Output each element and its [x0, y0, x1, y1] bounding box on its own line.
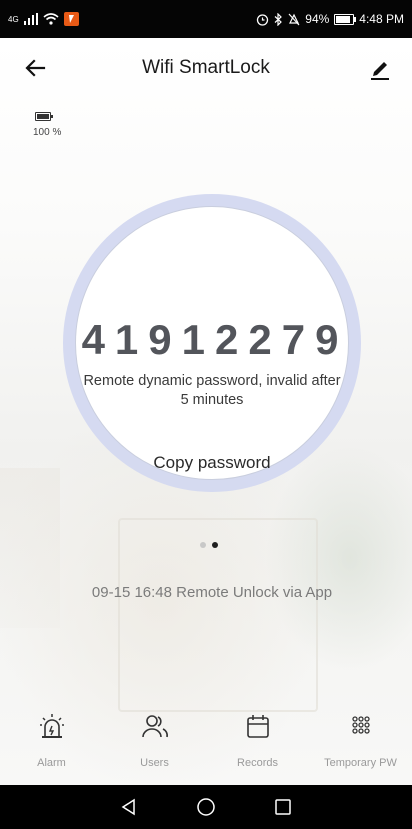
status-bar-left: 4G [8, 12, 79, 26]
password-note: Remote dynamic password, invalid after 5… [83, 373, 341, 408]
status-bar-right: 94% 4:48 PM [256, 12, 404, 26]
alarm-siren-icon [39, 714, 64, 738]
page-title: Wifi SmartLock [142, 57, 270, 78]
clock: 4:48 PM [359, 12, 404, 26]
signal-icon [23, 13, 38, 25]
users-button[interactable]: Users [105, 712, 205, 778]
temporary-password-button[interactable]: Temporary PW [311, 712, 411, 778]
records-label: Records [237, 757, 278, 769]
lock-battery-icon [35, 112, 53, 121]
keypad-icon [351, 716, 370, 734]
lock-battery: 100 % [33, 112, 61, 138]
page-dot[interactable] [200, 542, 206, 548]
pencil-icon [371, 62, 389, 80]
system-nav-bar [0, 785, 412, 829]
temporary-password-label: Temporary PW [324, 757, 397, 769]
notification-badge-icon [63, 12, 79, 26]
status-bar: 4G 94% 4:48 PM [0, 0, 412, 38]
background-shelf [0, 468, 60, 628]
wifi-icon [43, 13, 59, 25]
alarm-clock-icon [257, 13, 269, 26]
circle-home-icon [197, 798, 215, 816]
network-label: 4G [8, 14, 19, 24]
edit-button[interactable] [366, 54, 394, 82]
page-indicator [200, 542, 218, 548]
mute-icon [288, 13, 300, 25]
bluetooth-icon [274, 12, 283, 26]
alarm-button[interactable]: Alarm [2, 712, 102, 778]
alarm-label: Alarm [37, 757, 66, 769]
users-icon [141, 715, 168, 738]
app-header: Wifi SmartLock [0, 38, 412, 98]
copy-password-button[interactable]: Copy password [122, 448, 302, 478]
nav-recents-button[interactable] [272, 796, 294, 818]
users-label: Users [140, 757, 169, 769]
arrow-left-icon [25, 59, 46, 77]
calendar-icon [246, 715, 269, 738]
back-button[interactable] [22, 54, 52, 84]
square-recents-icon [275, 799, 292, 815]
records-button[interactable]: Records [208, 712, 308, 778]
bottom-toolbar: Alarm Users Records Temporary PW [0, 712, 412, 778]
nav-back-button[interactable] [118, 796, 140, 818]
background-frame [118, 518, 318, 712]
dynamic-password: 41912279 [81, 316, 349, 363]
lock-battery-text: 100 % [33, 127, 62, 138]
last-record-text[interactable]: 09-15 16:48 Remote Unlock via App [0, 584, 412, 601]
page-dot-active[interactable] [212, 542, 218, 548]
battery-icon [334, 13, 357, 25]
triangle-back-icon [121, 798, 135, 816]
nav-home-button[interactable] [195, 796, 217, 818]
battery-percent: 94% [305, 12, 330, 26]
